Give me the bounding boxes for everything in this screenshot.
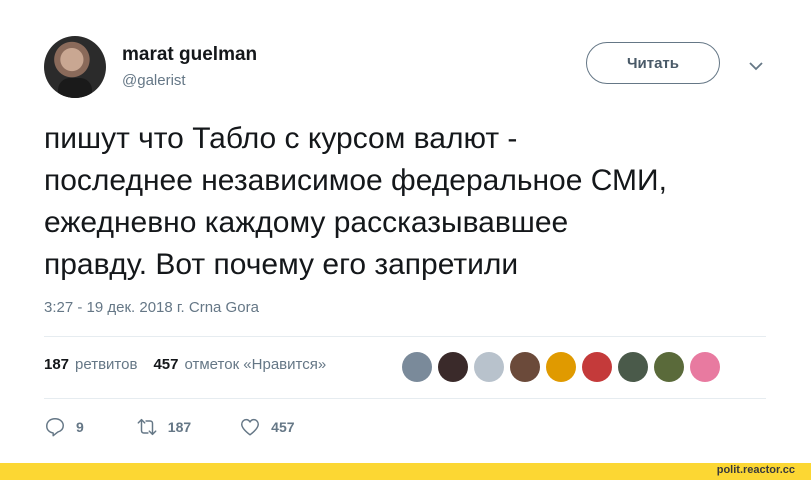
author-name[interactable]: marat guelman <box>122 44 257 66</box>
liker-avatar[interactable] <box>438 352 468 382</box>
retweets-label[interactable]: ретвитов <box>75 356 137 373</box>
tweet-line: последнее независимое федеральное СМИ, <box>44 164 667 197</box>
liker-avatar[interactable] <box>474 352 504 382</box>
author-handle[interactable]: @galerist <box>122 72 186 89</box>
likes-count[interactable]: 457 <box>153 356 178 373</box>
like-button[interactable]: 457 <box>239 416 295 438</box>
reply-icon <box>46 418 64 437</box>
tweet-line: пишут что Табло с курсом валют - <box>44 122 518 155</box>
retweets-count[interactable]: 187 <box>44 356 69 373</box>
liker-avatar[interactable] <box>402 352 432 382</box>
tweet-actions: 9 187 457 <box>44 416 295 438</box>
avatar[interactable] <box>44 36 106 98</box>
reply-count: 9 <box>76 419 84 435</box>
retweet-button[interactable]: 187 <box>136 416 191 438</box>
retweet-icon <box>137 418 157 436</box>
chevron-down-icon[interactable] <box>748 58 764 74</box>
liker-avatar[interactable] <box>654 352 684 382</box>
tweet-timestamp[interactable]: 3:27 - 19 дек. 2018 г. Crna Gora <box>44 299 259 316</box>
tweet-line: ежедневно каждому рассказывавшее <box>44 206 569 239</box>
retweet-count: 187 <box>167 419 192 435</box>
site-watermark[interactable]: polit.reactor.cc <box>717 464 795 476</box>
liker-avatar[interactable] <box>582 352 612 382</box>
liker-avatar[interactable] <box>546 352 576 382</box>
likers-avatars <box>402 352 720 382</box>
follow-button[interactable]: Читать <box>586 42 720 84</box>
likes-label[interactable]: отметок «Нравится» <box>184 356 326 373</box>
liker-avatar[interactable] <box>510 352 540 382</box>
like-count: 457 <box>271 419 295 435</box>
tweet-text: пишут что Табло с курсом валют - последн… <box>44 118 784 286</box>
liker-avatar[interactable] <box>618 352 648 382</box>
engagement-stats: 187 ретвитов 457 отметок «Нравится» <box>44 356 326 373</box>
divider <box>44 336 766 337</box>
liker-avatar[interactable] <box>690 352 720 382</box>
site-footer: polit.reactor.cc <box>0 463 811 480</box>
heart-icon <box>241 418 260 436</box>
tweet-line: правду. Вот почему его запретили <box>44 248 519 281</box>
reply-button[interactable]: 9 <box>44 416 84 438</box>
divider <box>44 398 766 399</box>
